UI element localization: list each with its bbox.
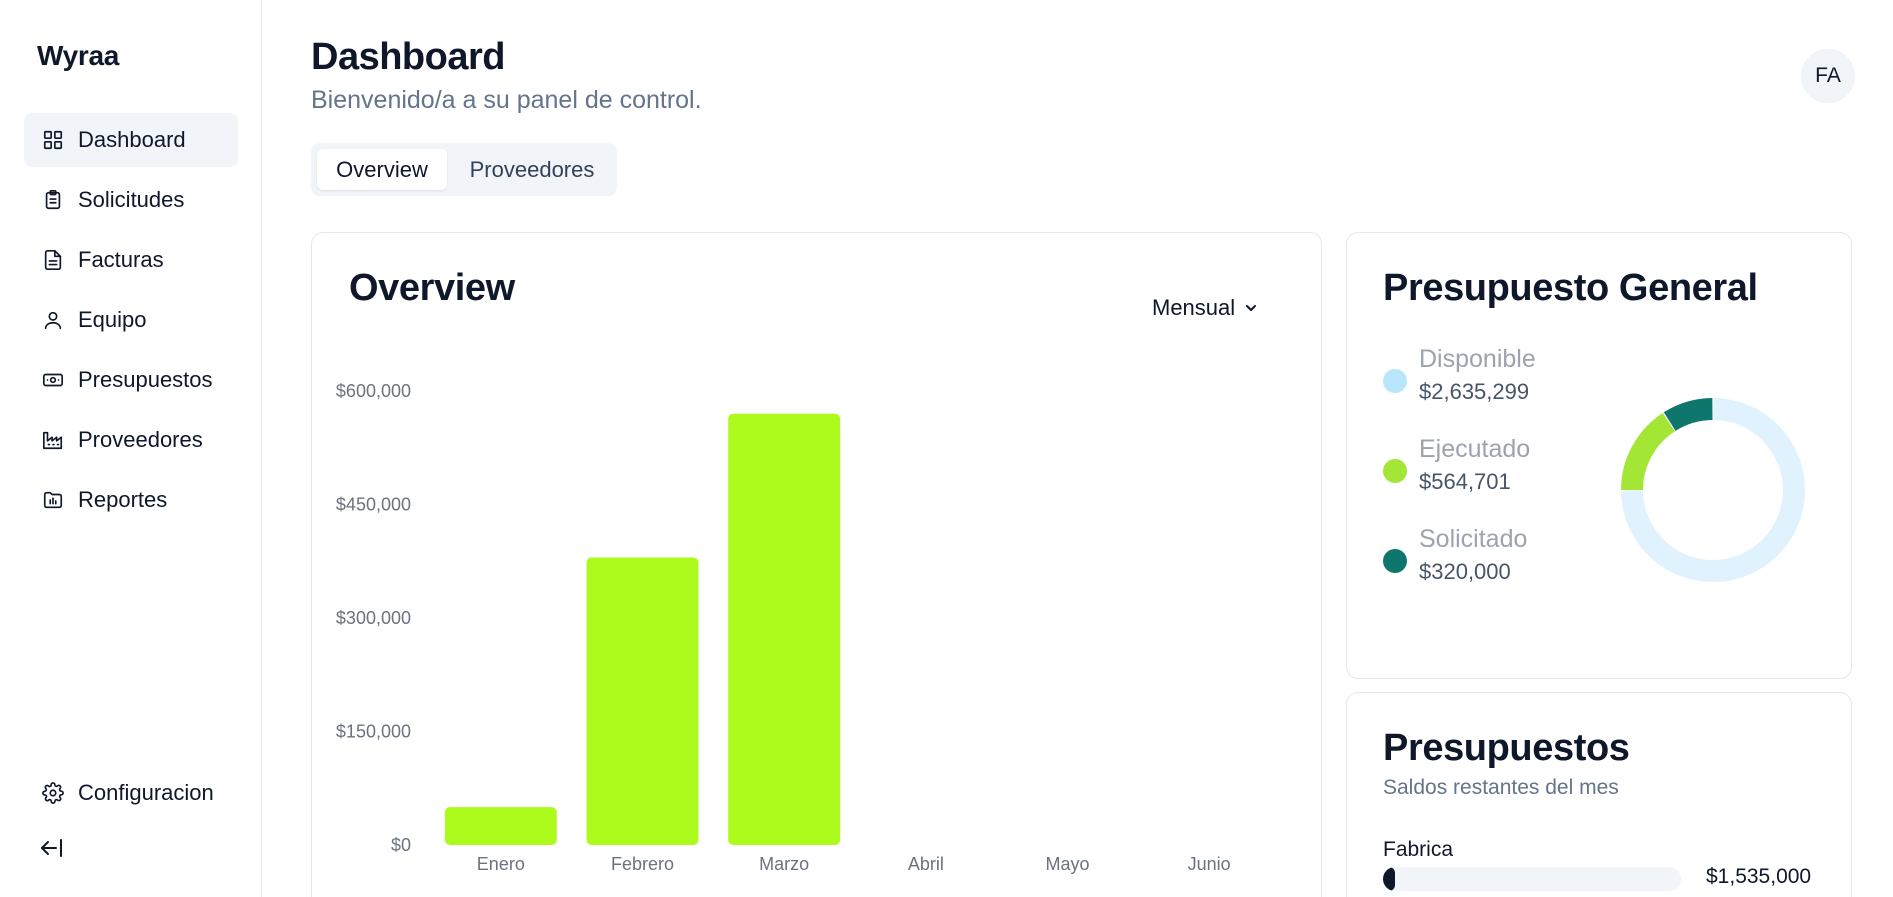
sidebar-item-equipo[interactable]: Equipo [24,293,238,347]
presupuestos-title: Presupuestos [1383,727,1630,769]
donut-slice-solicitado[interactable] [1663,398,1713,432]
budget-donut-chart [1621,398,1805,582]
x-tick-label: Marzo [759,854,809,874]
tab-proveedores[interactable]: Proveedores [453,149,611,190]
budget-row-amount: $1,535,000 [1706,865,1812,888]
legend-dot [1383,549,1407,573]
page-title: Dashboard [311,36,505,78]
sidebar-item-label: Presupuestos [78,367,213,392]
x-tick-label: Enero [477,854,525,874]
budget-general-card: Presupuesto General Disponible $2,635,29… [1346,232,1852,679]
x-tick-label: Febrero [611,854,674,874]
legend-name: Disponible [1419,345,1536,373]
legend-name: Solicitado [1419,525,1528,553]
overview-card: Overview Mensual $0 $150,000 $300,000 $450,… [311,232,1322,897]
sidebar-item-label: Solicitudes [78,187,185,212]
presupuestos-card: Presupuestos Saldos restantes del mes Fa… [1346,692,1852,897]
bar-enero[interactable] [444,807,557,845]
sidebar-item-label: Facturas [78,247,164,272]
sidebar-nav: Dashboard Solicitudes Facturas Equipo Pr… [24,113,238,533]
legend-value: $320,000 [1419,559,1511,584]
user-icon [42,309,64,331]
legend-name: Ejecutado [1419,435,1531,463]
sidebar-item-label: Equipo [78,307,147,332]
file-text-icon [42,249,64,271]
bar-chart: $0 $150,000 $300,000 $450,000 $600,000 Enero F… [336,381,1231,874]
folder-chart-icon [42,489,64,511]
x-tick-label: Abril [908,854,944,874]
legend-value: $2,635,299 [1419,379,1530,404]
budget-title: Presupuesto General [1383,267,1758,309]
sidebar-item-label: Configuracion [78,780,214,805]
avatar[interactable]: FA [1801,49,1855,103]
banknote-icon [42,369,64,391]
budget-progress-track [1383,867,1681,891]
page-subtitle: Bienvenido/a a su panel de control. [311,86,702,114]
tab-list: Overview Proveedores [311,143,617,196]
sidebar-item-solicitudes[interactable]: Solicitudes [24,173,238,227]
y-tick-label: $150,000 [336,722,411,742]
sidebar-item-label: Proveedores [78,427,203,452]
budget-row-label: Fabrica [1383,838,1454,861]
y-tick-label: $450,000 [336,495,411,515]
bar-marzo[interactable] [728,413,841,845]
sidebar-item-label: Reportes [78,487,168,512]
brand-logo[interactable]: Wyraa [37,40,119,72]
sidebar-item-reportes[interactable]: Reportes [24,473,238,527]
x-tick-label: Junio [1188,854,1231,874]
grid-icon [42,129,64,151]
factory-icon [42,429,64,451]
donut-slice-ejecutado[interactable] [1621,412,1676,491]
sidebar-item-proveedores[interactable]: Proveedores [24,413,238,467]
budget-progress-fill [1383,867,1395,891]
sidebar-item-facturas[interactable]: Facturas [24,233,238,287]
presupuestos-subtitle: Saldos restantes del mes [1383,776,1619,799]
sidebar: Wyraa Dashboard Solicitudes Facturas Equ… [0,0,262,897]
legend-dot [1383,369,1407,393]
clipboard-icon [42,189,64,211]
bar-febrero[interactable] [586,557,699,845]
sidebar-item-label: Dashboard [78,127,186,152]
collapse-sidebar-icon[interactable] [38,834,66,862]
sidebar-item-presupuestos[interactable]: Presupuestos [24,353,238,407]
y-tick-label: $600,000 [336,381,411,401]
settings-section: Configuracion [24,766,238,826]
sidebar-item-dashboard[interactable]: Dashboard [24,113,238,167]
gear-icon [42,782,64,804]
legend-value: $564,701 [1419,469,1511,494]
sidebar-item-configuracion[interactable]: Configuracion [24,766,238,820]
y-tick-label: $0 [391,835,411,855]
x-tick-label: Mayo [1045,854,1089,874]
tab-overview[interactable]: Overview [317,149,447,190]
legend-dot [1383,459,1407,483]
y-tick-label: $300,000 [336,608,411,628]
